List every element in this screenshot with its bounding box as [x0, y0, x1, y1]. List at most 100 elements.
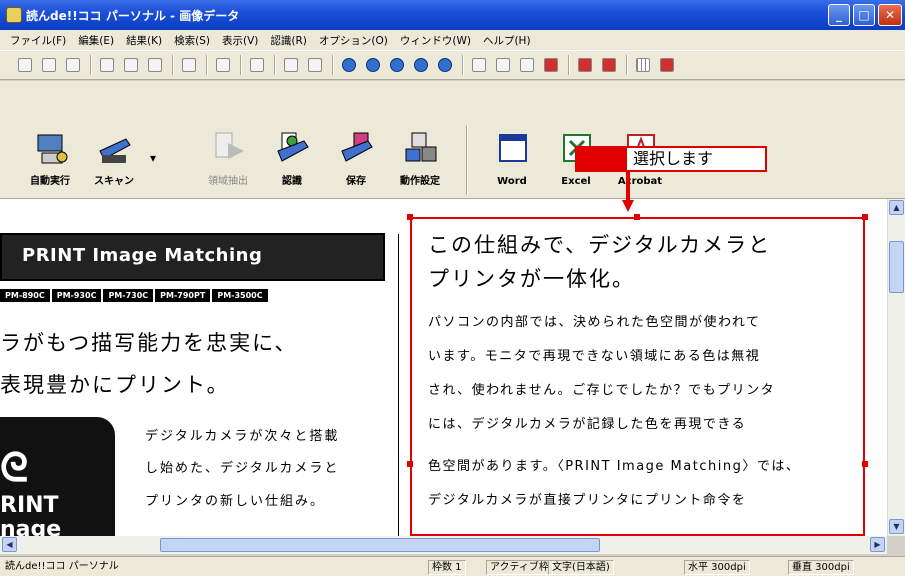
acrobat-label: Acrobat: [617, 176, 663, 187]
menu-edit[interactable]: 編集(E): [72, 33, 120, 48]
zoom-page-icon[interactable]: [434, 54, 456, 76]
rotate-right-icon[interactable]: [492, 54, 514, 76]
area-extract-button[interactable]: 領域抽出: [196, 125, 260, 195]
menu-help[interactable]: ヘルプ(H): [477, 33, 537, 48]
pim-logo-word-1: RINT: [0, 493, 59, 518]
zoom-50-icon[interactable]: [362, 54, 384, 76]
scroll-down-icon[interactable]: ▼: [889, 519, 904, 534]
auto-run-label: 自動実行: [30, 176, 70, 187]
word-icon: [499, 134, 527, 162]
zoom-25-icon[interactable]: [386, 54, 408, 76]
status-language: 文字(日本語): [548, 560, 614, 575]
menu-search[interactable]: 検索(S): [168, 33, 216, 48]
selection-handle[interactable]: [407, 214, 413, 220]
frame-edit-icon[interactable]: [144, 54, 166, 76]
auto-run-button[interactable]: 自動実行: [18, 125, 82, 195]
horizontal-scrollbar[interactable]: ◀ ▶: [0, 536, 887, 554]
table-icon[interactable]: [212, 54, 234, 76]
scroll-right-icon[interactable]: ▶: [870, 537, 885, 552]
zoom-100-icon[interactable]: [338, 54, 360, 76]
scan-button[interactable]: スキャン: [82, 125, 146, 195]
scan-dropdown-icon[interactable]: ▾: [150, 151, 156, 165]
left-text-line: デジタルカメラが次々と搭載: [145, 429, 340, 444]
selection-handle[interactable]: [407, 461, 413, 467]
maximize-button[interactable]: □: [853, 4, 875, 26]
menu-bar: ファイル(F) 編集(E) 結果(K) 検索(S) 表示(V) 認識(R) オプ…: [0, 30, 905, 50]
word-button[interactable]: Word: [480, 125, 544, 195]
toolbar-separator: [332, 55, 334, 75]
app-icon: [6, 7, 22, 23]
model-list: PM-890C PM-930C PM-730C PM-790PT PM-3500…: [0, 289, 270, 302]
callout-text: 選択します: [625, 146, 767, 172]
vertical-scroll-thumb[interactable]: [889, 241, 904, 293]
right-heading-1: この仕組みで、デジタルカメラと: [428, 233, 772, 257]
scanner-icon: [99, 138, 131, 163]
split-vertical-icon[interactable]: [598, 54, 620, 76]
callout-marker: [575, 146, 625, 172]
menu-file[interactable]: ファイル(F): [4, 33, 72, 48]
save-icon: [341, 132, 373, 162]
excel-label: Excel: [561, 176, 591, 187]
selection-handle[interactable]: [862, 461, 868, 467]
minimize-button[interactable]: _: [828, 4, 850, 26]
vertical-scrollbar[interactable]: ▲ ▼: [887, 199, 905, 536]
color-icon[interactable]: [540, 54, 562, 76]
auto-run-icon: [37, 134, 68, 164]
toolbar-separator: [274, 55, 276, 75]
pim-banner-text: PRINT Image Matching: [22, 245, 263, 266]
status-frame-count: 枠数 1: [428, 560, 466, 575]
zoom-fit-icon[interactable]: [410, 54, 432, 76]
copy-icon[interactable]: [38, 54, 60, 76]
large-toolbar: 自動実行 スキャン ▾ 領域抽出 認識 保存 動作設定 Word Excel A…: [0, 81, 905, 199]
right-text-line: 色空間があります。〈PRINT Image Matching〉では、: [428, 459, 801, 474]
word-label: Word: [497, 176, 527, 187]
text-direction-icon[interactable]: [304, 54, 326, 76]
save-button[interactable]: 保存: [324, 125, 388, 195]
close-button[interactable]: ✕: [878, 4, 902, 26]
left-text-line: し始めた、デジタルカメラと: [145, 461, 340, 476]
split-horizontal-icon[interactable]: [574, 54, 596, 76]
right-text-line: います。モニタで再現できない領域にある色は無視: [428, 349, 761, 364]
scroll-up-icon[interactable]: ▲: [889, 200, 904, 215]
settings-button[interactable]: 動作設定: [388, 125, 452, 195]
scroll-left-icon[interactable]: ◀: [2, 537, 17, 552]
toolbar-separator: [172, 55, 174, 75]
cut-icon[interactable]: [14, 54, 36, 76]
frame-icon[interactable]: [96, 54, 118, 76]
selection-handle[interactable]: [862, 214, 868, 220]
rotate-left-icon[interactable]: [468, 54, 490, 76]
document-view[interactable]: PRINT Image Matching PM-890C PM-930C PM-…: [0, 199, 887, 536]
menu-result[interactable]: 結果(K): [120, 33, 168, 48]
small-toolbar: [0, 50, 905, 80]
rotate-icon[interactable]: [280, 54, 302, 76]
toolbar-separator: [90, 55, 92, 75]
menu-options[interactable]: オプション(O): [313, 33, 394, 48]
recognize-button[interactable]: 認識: [260, 125, 324, 195]
paste-icon[interactable]: [62, 54, 84, 76]
toolbar-separator: [466, 125, 468, 195]
instruction-callout: 選択します: [575, 146, 767, 172]
pim-banner: PRINT Image Matching: [0, 233, 385, 281]
menu-view[interactable]: 表示(V): [216, 33, 264, 48]
callout-arrow-icon: [622, 172, 634, 212]
window-title: 読んde!!ココ パーソナル - 画像データ: [26, 8, 240, 23]
recognize-label: 認識: [282, 176, 302, 187]
chart-icon[interactable]: [656, 54, 678, 76]
eraser-icon[interactable]: [246, 54, 268, 76]
right-text-line: には、デジタルカメラが記録した色を再現できる: [428, 417, 747, 432]
model-tag: PM-930C: [51, 289, 102, 302]
horizontal-scroll-thumb[interactable]: [160, 538, 600, 552]
area-extract-icon: [215, 132, 244, 159]
right-text-line: デジタルカメラが直接プリンタにプリント命令を: [428, 493, 747, 508]
selection-handle[interactable]: [634, 214, 640, 220]
menu-window[interactable]: ウィンドウ(W): [394, 33, 477, 48]
flip-icon[interactable]: [516, 54, 538, 76]
frame-add-icon[interactable]: [120, 54, 142, 76]
menu-recognize[interactable]: 認識(R): [264, 33, 313, 48]
model-tag: PM-890C: [0, 289, 50, 302]
grid-icon[interactable]: [632, 54, 654, 76]
settings-label: 動作設定: [400, 176, 440, 187]
layout-icon[interactable]: [178, 54, 200, 76]
column-divider: [398, 234, 399, 536]
title-bar: 読んde!!ココ パーソナル - 画像データ _ □ ✕: [0, 0, 905, 30]
